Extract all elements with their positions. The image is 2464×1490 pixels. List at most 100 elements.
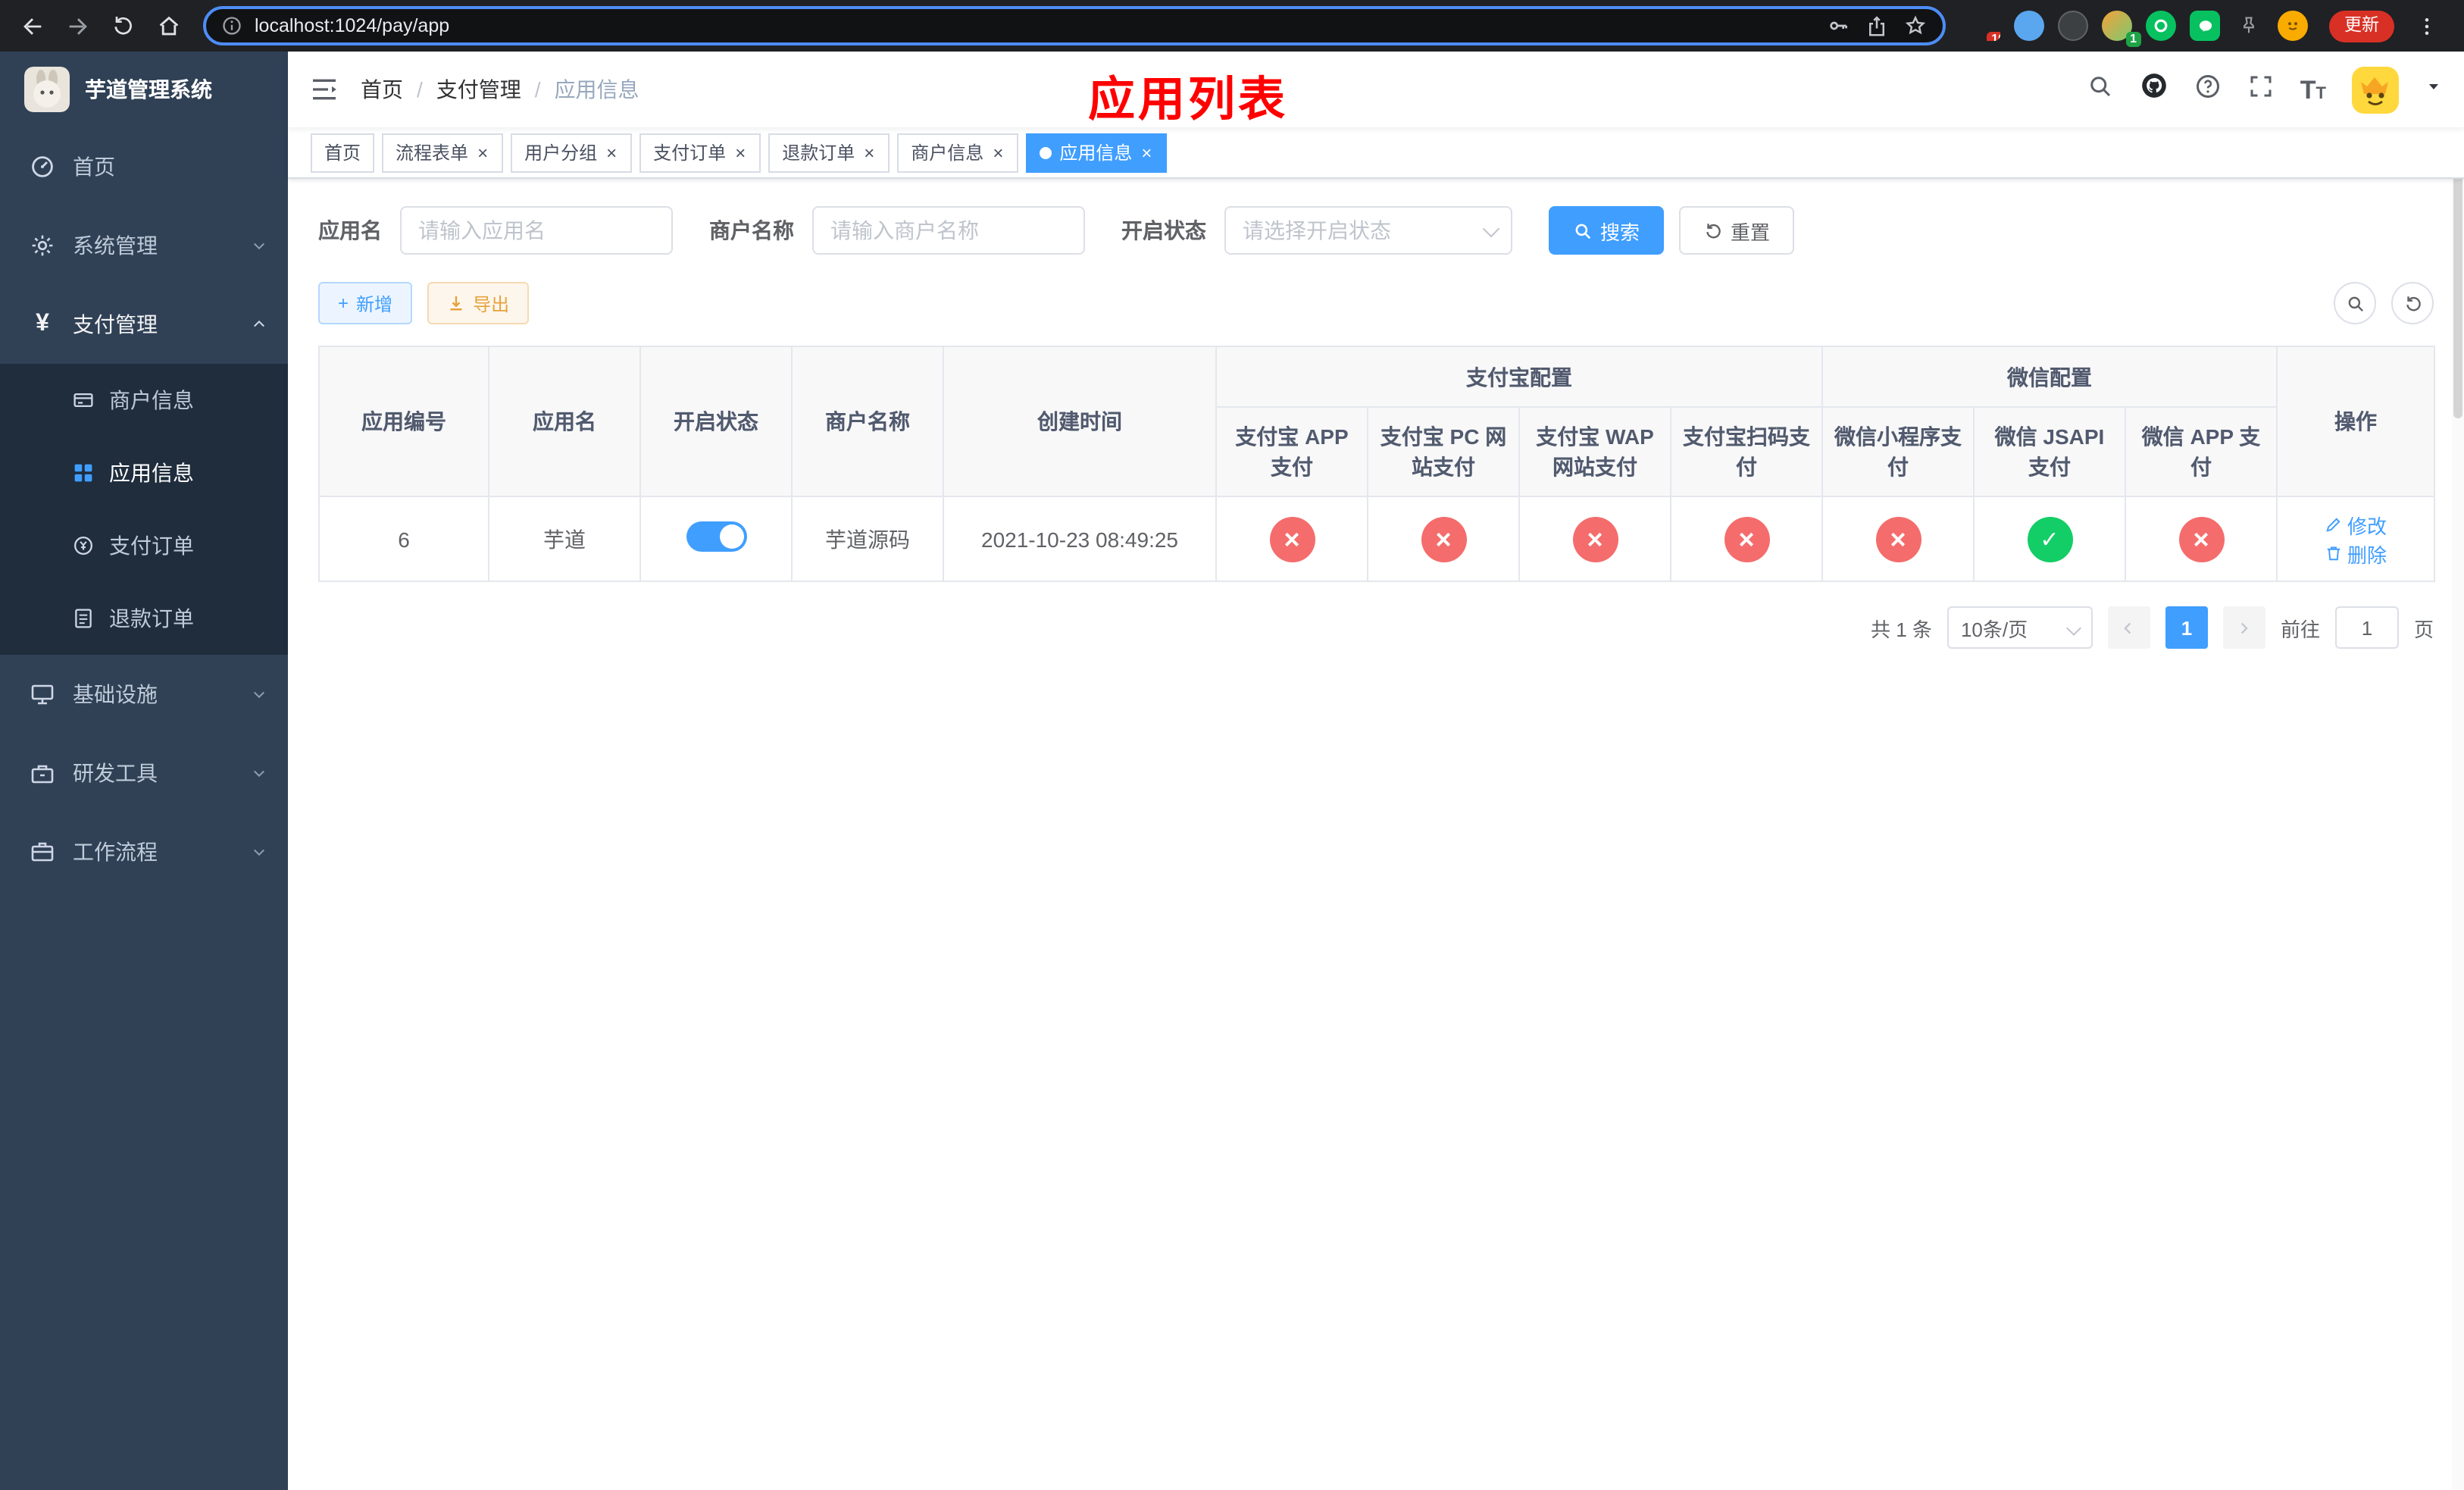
toggle-search-button[interactable] [2334,282,2376,324]
profile-badge: 1 [2125,32,2141,47]
navbar: 首页 / 支付管理 / 应用信息 应用列表 T T [288,52,2464,127]
password-key-icon[interactable] [1826,14,1850,38]
browser-forward-icon[interactable] [58,6,97,45]
app-name-input[interactable] [400,206,673,255]
extension-green-circle-icon[interactable] [2146,11,2176,41]
extension-pin-icon[interactable] [2234,11,2264,41]
url-text[interactable]: localhost:1024/pay/app [255,15,1814,36]
breadcrumb-payment[interactable]: 支付管理 [436,74,521,105]
bookmark-star-icon[interactable] [1903,14,1928,38]
reset-button[interactable]: 重置 [1679,206,1795,255]
browser-reload-icon[interactable] [103,6,142,45]
user-avatar[interactable] [2352,66,2399,113]
yen-icon: ¥ [36,311,49,337]
search-button[interactable]: 搜索 [1549,206,1665,255]
status-label: 开启状态 [1121,218,1206,243]
cell-app-name: 芋道 [488,496,641,582]
tab-close-icon[interactable]: × [1140,143,1153,161]
breadcrumb-separator: / [534,77,541,102]
alipay-app-status-icon [1269,516,1315,562]
sidebar-item-merchant-info[interactable]: 商户信息 [0,364,288,437]
dashboard-icon [32,156,53,177]
tab-process-form[interactable]: 流程表单 × [382,133,504,172]
browser-update-button[interactable]: 更新 [2329,10,2394,42]
tab-close-icon[interactable]: × [991,143,1005,161]
page-size-select[interactable]: 10条/页 [1946,606,2093,649]
page-number-1[interactable]: 1 [2165,606,2208,649]
navbar-actions: TT [2087,66,2443,113]
trash-icon [2327,546,2340,561]
browser-back-icon[interactable] [12,6,52,45]
page-scrollbar[interactable] [2452,52,2464,1490]
sidebar-item-app-info[interactable]: 应用信息 [0,437,288,509]
app-table: 应用编号 应用名 开启状态 商户名称 创建时间 支付宝配置 微信配置 操作 支付… [318,346,2435,582]
sidebar-item-workflow[interactable]: 工作流程 [0,812,288,891]
prev-page-button[interactable] [2107,606,2150,649]
tab-refund-order[interactable]: 退款订单 × [768,133,890,172]
browser-toolbar: localhost:1024/pay/app 10 1 [0,0,2464,52]
header-search-icon[interactable] [2087,72,2114,107]
logo[interactable]: 芋道管理系统 [0,52,288,127]
refresh-table-button[interactable] [2391,282,2434,324]
sidebar-item-payment[interactable]: ¥ 支付管理 [0,285,288,364]
col-alipay-pc: 支付宝 PC 网站支付 [1367,406,1520,497]
col-merchant: 商户名称 [791,346,944,497]
refresh-icon [2406,296,2420,311]
extension-face-icon[interactable] [2278,11,2308,41]
tab-close-icon[interactable]: × [733,143,747,161]
fullscreen-icon[interactable] [2247,72,2275,107]
tab-close-icon[interactable]: × [476,143,489,161]
font-size-icon[interactable]: TT [2300,77,2326,102]
sidebar-item-refund-order[interactable]: 退款订单 [0,582,288,655]
extension-dark-icon[interactable] [2058,11,2088,41]
help-icon[interactable] [2194,72,2222,107]
extension-blue-icon[interactable] [2014,11,2044,41]
toolbox-icon [31,765,54,784]
tab-home[interactable]: 首页 [311,133,375,172]
caret-down-icon[interactable] [2425,76,2443,103]
tab-pay-order[interactable]: 支付订单 × [639,133,761,172]
tab-close-icon[interactable]: × [605,143,618,161]
extensions-grid-icon[interactable]: 10 [1970,11,2000,41]
col-created: 创建时间 [943,346,1217,497]
col-actions: 操作 [2276,346,2435,497]
col-app-name: 应用名 [488,346,641,497]
export-button[interactable]: 导出 [427,282,530,324]
goto-page-input[interactable] [2334,606,2399,649]
chevron-right-icon [2241,621,2249,634]
tab-merchant-info[interactable]: 商户信息 × [897,133,1019,172]
sidebar-item-dev-tools[interactable]: 研发工具 [0,734,288,812]
add-button[interactable]: + 新增 [318,282,413,324]
github-icon[interactable] [2140,71,2169,108]
profile-avatar-icon[interactable]: 1 [2102,11,2141,47]
breadcrumb: 首页 / 支付管理 / 应用信息 [361,74,639,105]
tab-user-group[interactable]: 用户分组 × [511,133,633,172]
status-select[interactable]: 请选择开启状态 [1224,206,1512,255]
sidebar-collapse-icon[interactable] [309,74,339,105]
sidebar-item-home[interactable]: 首页 [0,127,288,206]
next-page-button[interactable] [2222,606,2265,649]
browser-menu-icon[interactable] [2406,6,2446,45]
tab-app-info[interactable]: 应用信息 × [1026,133,1168,172]
briefcase-icon [31,842,54,862]
tab-close-icon[interactable]: × [862,143,876,161]
sidebar-item-infra[interactable]: 基础设施 [0,655,288,734]
merchant-name-label: 商户名称 [709,218,794,243]
col-group-wechat: 微信配置 [1821,346,2278,408]
breadcrumb-home[interactable]: 首页 [361,74,403,105]
extensions-area: 10 1 [1970,11,2308,47]
cell-created: 2021-10-23 08:49:25 [943,496,1217,582]
address-bar[interactable]: localhost:1024/pay/app [203,6,1946,45]
sidebar-item-system[interactable]: 系统管理 [0,206,288,285]
status-toggle[interactable] [686,521,746,552]
sidebar-item-payment-order[interactable]: 支付订单 [0,509,288,582]
browser-home-icon[interactable] [149,6,188,45]
delete-link[interactable]: 删除 [2325,539,2387,568]
merchant-name-input[interactable] [812,206,1085,255]
col-app-id: 应用编号 [318,346,489,497]
page-content: 应用名 商户名称 开启状态 请选择开启状态 搜索 [288,179,2464,1490]
site-info-icon[interactable] [221,15,242,36]
extension-chat-icon[interactable] [2190,11,2220,41]
edit-link[interactable]: 修改 [2325,510,2387,539]
share-icon[interactable] [1865,14,1888,37]
